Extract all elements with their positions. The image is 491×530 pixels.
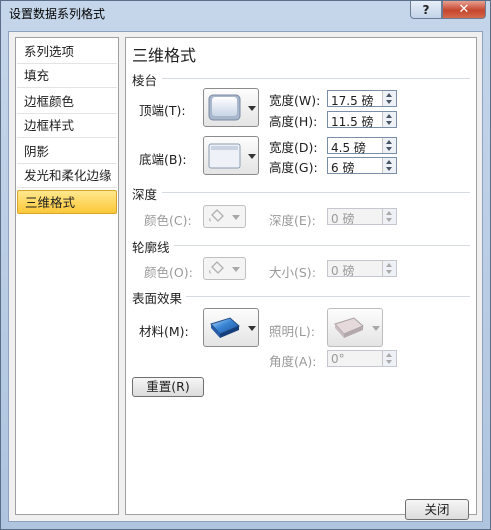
depth-spinner[interactable]: 0 磅	[327, 208, 397, 226]
section-contour: 轮廓线	[132, 240, 170, 255]
spin-down-icon	[386, 121, 392, 125]
top-height-label: 高度(H):	[269, 114, 318, 129]
lighting-dropdown[interactable]	[327, 308, 383, 347]
sidebar-item-3d-format[interactable]: 三维格式	[17, 190, 117, 214]
spin-up-icon	[386, 140, 392, 144]
chevron-down-icon	[372, 326, 380, 331]
angle-spinner[interactable]: 0°	[327, 350, 397, 367]
sidebar-item-fill[interactable]: 填充	[17, 64, 117, 88]
chevron-down-icon	[248, 326, 256, 331]
panel-heading: 三维格式	[132, 46, 197, 65]
spin-up-icon	[386, 211, 392, 215]
paint-bucket-icon	[209, 261, 224, 274]
spin-down-icon	[386, 218, 392, 222]
spin-down-icon	[386, 100, 392, 104]
spin-up-icon	[386, 263, 392, 267]
spin-buttons[interactable]	[382, 112, 396, 127]
section-depth: 深度	[132, 187, 158, 202]
bevel-top-preview-icon	[208, 94, 241, 121]
spin-buttons[interactable]	[382, 158, 396, 173]
depth-color-picker[interactable]	[203, 205, 246, 228]
dialog-client: 系列选项 填充 边框颜色 边框样式 阴影 发光和柔化边缘 三维格式 三维格式 棱…	[8, 31, 483, 522]
spin-buttons[interactable]	[382, 91, 396, 106]
spin-down-icon	[386, 147, 392, 151]
lighting-label: 照明(L):	[269, 324, 315, 339]
category-list: 系列选项 填充 边框颜色 边框样式 阴影 发光和柔化边缘 三维格式	[15, 37, 119, 515]
spin-down-icon	[386, 360, 392, 364]
contour-color-label: 颜色(O):	[144, 265, 193, 280]
separator	[186, 296, 470, 297]
bottom-width-spinner[interactable]: 4.5 磅	[327, 137, 397, 155]
close-button[interactable]: 关闭	[405, 499, 469, 520]
spin-down-icon	[386, 270, 392, 274]
chevron-down-icon	[232, 267, 240, 272]
top-height-spinner[interactable]: 11.5 磅	[327, 111, 397, 129]
window-close-button[interactable]: ✕	[442, 1, 486, 19]
material-label: 材料(M):	[139, 324, 189, 339]
separator	[162, 78, 470, 79]
help-button[interactable]: ?	[410, 1, 442, 19]
bevel-bottom-preview-icon	[208, 143, 241, 169]
sidebar-item-border-style[interactable]: 边框样式	[17, 114, 117, 138]
section-bevel: 棱台	[132, 73, 158, 88]
contour-size-spinner[interactable]: 0 磅	[327, 260, 397, 278]
close-icon: ✕	[458, 2, 470, 17]
bevel-top-label: 顶端(T):	[139, 103, 186, 118]
dialog-window: 设置数据系列格式 ? ✕ 系列选项 填充 边框颜色 边框样式 阴影 发光和柔化边…	[0, 0, 491, 530]
sidebar-item-shadow[interactable]: 阴影	[17, 140, 117, 164]
material-dropdown[interactable]	[203, 308, 259, 347]
reset-button[interactable]: 重置(R)	[132, 377, 204, 397]
sidebar-item-border-color[interactable]: 边框颜色	[17, 90, 117, 114]
help-icon: ?	[422, 2, 430, 17]
spin-up-icon	[386, 160, 392, 164]
depth-color-label: 颜色(C):	[144, 213, 192, 228]
top-width-spinner[interactable]: 17.5 磅	[327, 90, 397, 108]
depth-label: 深度(E):	[269, 213, 316, 228]
bottom-height-spinner[interactable]: 6 磅	[327, 157, 397, 175]
bottom-width-label: 宽度(D):	[269, 140, 318, 155]
top-width-label: 宽度(W):	[269, 93, 321, 108]
spin-up-icon	[386, 93, 392, 97]
spin-buttons[interactable]	[382, 351, 396, 366]
spin-buttons[interactable]	[382, 209, 396, 224]
sidebar-item-series-options[interactable]: 系列选项	[17, 40, 117, 64]
contour-color-picker[interactable]	[203, 257, 246, 280]
chevron-down-icon	[248, 106, 256, 111]
spin-down-icon	[386, 167, 392, 171]
separator	[162, 192, 470, 193]
chevron-down-icon	[248, 154, 256, 159]
spin-buttons[interactable]	[382, 138, 396, 153]
bevel-top-dropdown[interactable]	[203, 88, 259, 127]
format-panel: 三维格式 棱台 顶端(T): 底端(B): 宽度(W): 17.5 磅 高度(H…	[125, 37, 477, 515]
bevel-bottom-label: 底端(B):	[139, 152, 187, 167]
separator	[174, 245, 470, 246]
contour-size-label: 大小(S):	[269, 265, 316, 280]
spin-up-icon	[386, 353, 392, 357]
paint-bucket-icon	[209, 209, 224, 222]
section-surface: 表面效果	[132, 291, 183, 306]
title-bar: 设置数据系列格式 ? ✕	[1, 1, 490, 25]
lighting-preview-icon	[334, 317, 364, 338]
spin-buttons[interactable]	[382, 261, 396, 276]
bevel-bottom-dropdown[interactable]	[203, 136, 259, 175]
window-title: 设置数据系列格式	[9, 7, 106, 21]
angle-label: 角度(A):	[269, 354, 317, 369]
material-preview-icon	[210, 317, 240, 338]
chevron-down-icon	[232, 215, 240, 220]
bottom-height-label: 高度(G):	[269, 160, 318, 175]
sidebar-item-glow-soft-edges[interactable]: 发光和柔化边缘	[17, 164, 117, 188]
spin-up-icon	[386, 114, 392, 118]
